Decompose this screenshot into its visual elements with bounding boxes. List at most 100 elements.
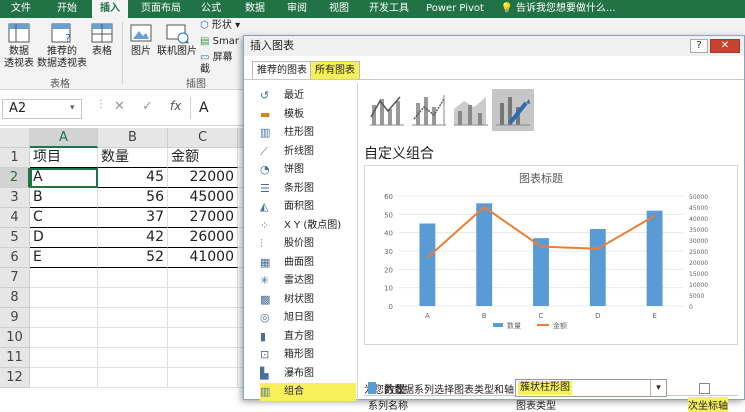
chart-type-item[interactable]: ☰ 条形图 (260, 180, 356, 198)
table-cell[interactable] (98, 368, 168, 388)
table-cell[interactable] (30, 308, 98, 328)
online-pictures-button[interactable]: 联机图片 (156, 22, 198, 58)
table-cell[interactable] (168, 368, 238, 388)
table-cell[interactable]: B (30, 188, 98, 208)
tab-review[interactable]: 审阅 (280, 0, 314, 18)
table-cell[interactable]: C (30, 208, 98, 228)
row-header[interactable]: 10 (0, 328, 30, 348)
chart-type-item[interactable]: ⫶ 股价图 (260, 235, 356, 253)
table-cell[interactable]: D (30, 228, 98, 248)
combo-secondary-axis-icon[interactable] (408, 89, 450, 131)
chart-type-item[interactable]: ⊡ 箱形图 (260, 346, 356, 364)
recommended-pivot-button[interactable]: ? 推荐的 数据透视表 (36, 22, 88, 70)
table-cell[interactable]: 45000 (168, 188, 238, 208)
chart-type-item[interactable]: ✳ 雷达图 (260, 272, 356, 290)
secondary-axis-checkbox[interactable] (699, 383, 710, 394)
table-cell[interactable]: 56 (98, 188, 168, 208)
pictures-button[interactable]: 图片 (126, 22, 156, 58)
row-header[interactable]: 11 (0, 348, 30, 368)
series-chart-type-select[interactable]: 簇状柱形图 ▾ (515, 379, 667, 397)
pivot-table-button[interactable]: 数据 透视表 (2, 22, 36, 70)
help-button[interactable]: ? (690, 39, 708, 53)
chart-type-item[interactable]: ↺ 最近 (260, 87, 356, 105)
formula-input[interactable]: A (190, 97, 245, 119)
row-header[interactable]: 8 (0, 288, 30, 308)
function-button[interactable]: fx (170, 99, 181, 113)
cancel-icon[interactable]: ✕ (114, 99, 125, 114)
tab-all-charts[interactable]: 所有图表 (310, 61, 360, 79)
chart-type-item[interactable]: ◭ 面积图 (260, 198, 356, 216)
chevron-down-icon[interactable]: ▾ (650, 380, 666, 396)
name-box-dropdown-icon[interactable]: ▾ (70, 103, 75, 113)
tab-recommended-charts[interactable]: 推荐的图表 (252, 61, 312, 79)
table-cell[interactable]: 22000 (168, 168, 238, 188)
table-cell[interactable] (30, 348, 98, 368)
chart-type-item[interactable]: ▥ 组合 (260, 383, 356, 401)
table-cell[interactable]: 41000 (168, 248, 238, 268)
tab-developer[interactable]: 开发工具 (364, 0, 414, 18)
table-cell[interactable]: 金额 (168, 148, 238, 168)
table-cell[interactable] (30, 368, 98, 388)
table-cell[interactable] (98, 268, 168, 288)
row-header[interactable]: 9 (0, 308, 30, 328)
close-button[interactable]: ✕ (710, 39, 740, 53)
tab-power-pivot[interactable]: Power Pivot (424, 0, 486, 18)
chart-type-item[interactable]: ▩ 树状图 (260, 291, 356, 309)
column-header-b[interactable]: B (98, 128, 168, 148)
column-header-c[interactable]: C (168, 128, 238, 148)
table-cell[interactable]: 52 (98, 248, 168, 268)
screenshot-button[interactable]: ▭ 屏幕截 (200, 52, 242, 76)
table-cell[interactable] (168, 268, 238, 288)
chart-type-item[interactable]: ◔ 饼图 (260, 161, 356, 179)
table-cell[interactable]: 27000 (168, 208, 238, 228)
row-header[interactable]: 2 (0, 168, 30, 188)
table-cell[interactable] (30, 328, 98, 348)
tell-me-box[interactable]: 告诉我您想要做什么... (516, 0, 616, 18)
row-header[interactable]: 4 (0, 208, 30, 228)
table-cell[interactable] (168, 308, 238, 328)
chart-type-item[interactable]: ⁘ X Y (散点图) (260, 217, 356, 235)
table-cell[interactable]: 26000 (168, 228, 238, 248)
table-cell[interactable]: 45 (98, 168, 168, 188)
chart-type-item[interactable]: ▥ 柱形图 (260, 124, 356, 142)
row-header[interactable]: 7 (0, 268, 30, 288)
row-header[interactable]: 6 (0, 248, 30, 268)
column-header-a[interactable]: A (30, 128, 98, 148)
confirm-icon[interactable]: ✓ (142, 99, 153, 114)
tab-view[interactable]: 视图 (322, 0, 356, 18)
table-button[interactable]: 表格 (88, 22, 116, 58)
smartart-button[interactable]: ▤ Smar (200, 36, 242, 48)
shapes-button[interactable]: ⬡ 形状 ▾ (200, 20, 242, 32)
table-cell[interactable] (98, 308, 168, 328)
tab-home[interactable]: 开始 (50, 0, 84, 18)
row-header[interactable]: 5 (0, 228, 30, 248)
table-cell[interactable] (168, 328, 238, 348)
table-cell[interactable] (30, 268, 98, 288)
row-header[interactable]: 3 (0, 188, 30, 208)
table-cell[interactable]: 42 (98, 228, 168, 248)
row-header[interactable]: 1 (0, 148, 30, 168)
tab-data[interactable]: 数据 (238, 0, 272, 18)
table-cell[interactable] (98, 328, 168, 348)
chart-type-item[interactable]: ▙ 瀑布图 (260, 365, 356, 383)
chart-type-item[interactable]: ▦ 曲面图 (260, 254, 356, 272)
table-cell[interactable] (30, 288, 98, 308)
table-cell[interactable]: 数量 (98, 148, 168, 168)
table-cell[interactable]: 37 (98, 208, 168, 228)
active-cell[interactable]: A (30, 168, 98, 188)
select-all-corner[interactable] (0, 128, 30, 148)
tab-page-layout[interactable]: 页面布局 (136, 0, 186, 18)
tab-file[interactable]: 文件 (4, 0, 38, 18)
custom-combo-icon[interactable] (492, 89, 534, 131)
row-header[interactable]: 12 (0, 368, 30, 388)
table-cell[interactable]: 项目 (30, 148, 98, 168)
chart-type-item[interactable]: ◎ 旭日图 (260, 309, 356, 327)
combo-clustered-column-line-icon[interactable] (366, 89, 408, 131)
table-cell[interactable] (168, 348, 238, 368)
combo-area-column-icon[interactable] (450, 89, 492, 131)
chart-type-item[interactable]: ▮ 直方图 (260, 328, 356, 346)
table-cell[interactable] (98, 288, 168, 308)
table-cell[interactable] (98, 348, 168, 368)
table-cell[interactable] (168, 288, 238, 308)
tab-formulas[interactable]: 公式 (194, 0, 228, 18)
